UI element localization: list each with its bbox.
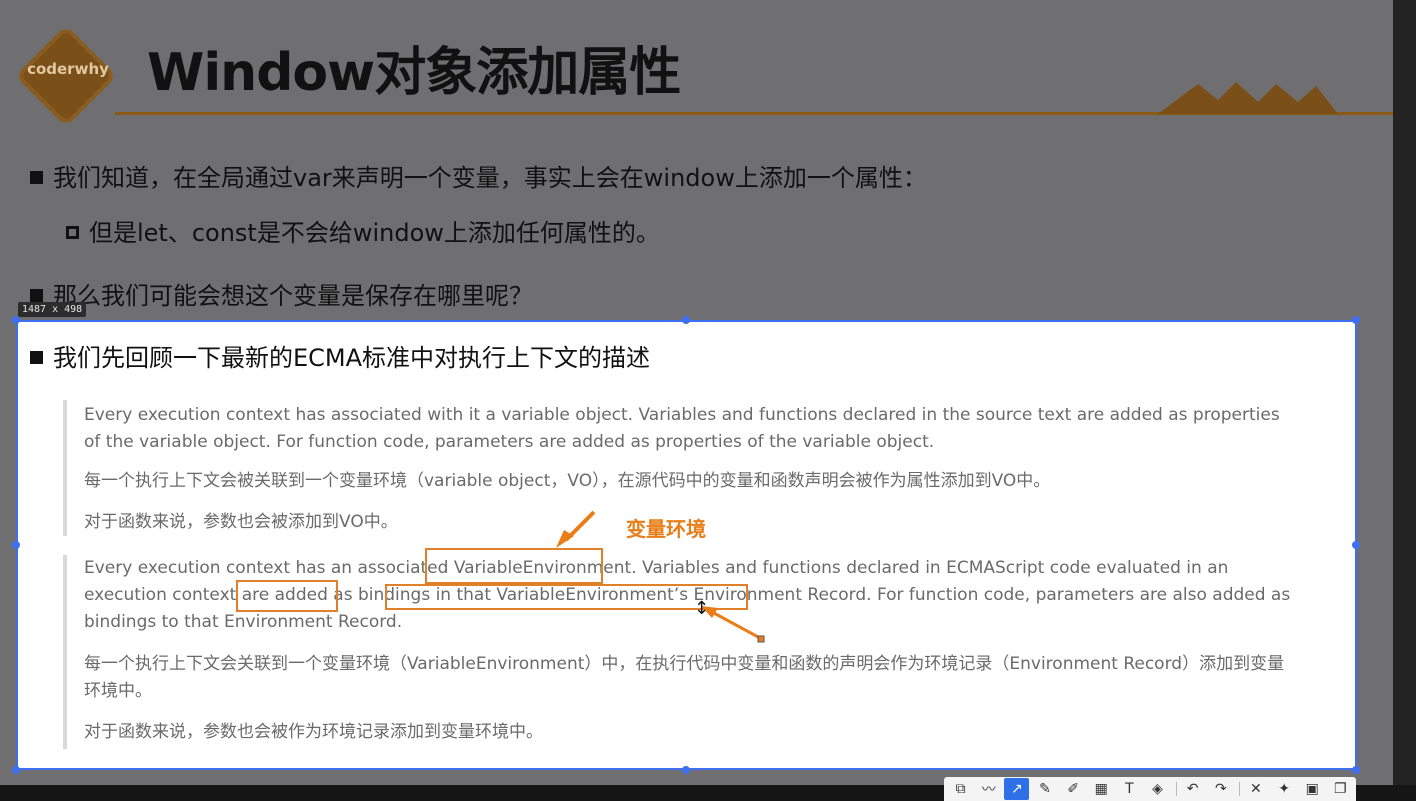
bullet-square-icon	[30, 171, 43, 184]
sub-bullet-let-const: 但是let、const是不会给window上添加任何属性的。	[66, 213, 660, 248]
quote-chinese-note: 对于函数来说，参数也会被作为环境记录添加到变量环境中。	[84, 722, 543, 742]
pin-icon[interactable]: ✦	[1271, 778, 1296, 800]
logo-text: coderwhy	[27, 60, 109, 78]
undo-icon[interactable]: ↶	[1180, 778, 1205, 800]
quote-chinese-text: 每一个执行上下文会被关联到一个变量环境（variable object，VO），…	[84, 471, 1051, 491]
save-icon[interactable]: ▣	[1300, 778, 1325, 800]
marker-icon[interactable]: ✐	[1061, 778, 1086, 800]
toolbar-separator	[1239, 782, 1241, 796]
bullet-ecma-description: 我们先回顾一下最新的ECMA标准中对执行上下文的描述	[30, 338, 650, 373]
mountain-decoration-icon	[1158, 82, 1338, 114]
capture-selection[interactable]: 我们先回顾一下最新的ECMA标准中对执行上下文的描述 Every executi…	[16, 320, 1357, 770]
eraser-icon[interactable]: ◈	[1145, 778, 1170, 800]
slide-title: Window对象添加属性	[147, 43, 681, 103]
highlight-environment-record[interactable]	[385, 584, 748, 610]
selection-size-label: 1487 x 498	[18, 302, 87, 317]
resize-handle[interactable]	[682, 766, 690, 774]
close-icon[interactable]: ✕	[1243, 778, 1268, 800]
pen-icon[interactable]: ✎	[1032, 778, 1057, 800]
text-icon[interactable]: T	[1117, 778, 1142, 800]
toolbar-separator	[1176, 782, 1178, 796]
arrow-icon[interactable]: ↗	[1004, 778, 1030, 800]
annotation-label[interactable]: 变量环境	[626, 513, 706, 542]
resize-handle[interactable]	[12, 766, 20, 774]
bullet-hollow-square-icon	[66, 226, 79, 239]
highlight-bindings[interactable]	[236, 580, 338, 612]
quote-english-text: Every execution context has associated w…	[84, 405, 1280, 452]
resize-handle[interactable]	[1352, 766, 1360, 774]
copy-icon[interactable]: ❐	[1328, 778, 1353, 800]
highlight-variable-environment[interactable]	[425, 548, 603, 584]
resize-handle[interactable]	[12, 316, 20, 324]
mosaic-icon[interactable]: ▦	[1089, 778, 1114, 800]
bullet-square-icon	[30, 289, 43, 302]
resize-handle[interactable]	[12, 541, 20, 549]
bullet-text: 但是let、const是不会给window上添加任何属性的。	[89, 219, 660, 247]
resize-handle[interactable]	[1352, 541, 1360, 549]
bullet-where-stored: 那么我们可能会想这个变量是保存在哪里呢？	[30, 276, 533, 311]
redo-icon[interactable]: ↷	[1208, 778, 1233, 800]
curve-icon[interactable]: 〰	[976, 778, 1001, 800]
bullet-text: 那么我们可能会想这个变量是保存在哪里呢？	[53, 282, 533, 310]
rect-select-icon[interactable]: ⧉	[948, 778, 973, 800]
window-edge	[1393, 0, 1416, 801]
bullet-text: 我们先回顾一下最新的ECMA标准中对执行上下文的描述	[53, 344, 651, 372]
resize-handle[interactable]	[1352, 316, 1360, 324]
bullet-square-icon	[30, 351, 43, 364]
bullet-var-window: 我们知道，在全局通过var来声明一个变量，事实上会在window上添加一个属性：	[30, 158, 927, 193]
annotation-toolbar: ⧉ 〰 ↗ ✎ ✐ ▦ T ◈ ↶ ↷ ✕ ✦ ▣ ❐	[944, 777, 1356, 801]
bullet-text: 我们知道，在全局通过var来声明一个变量，事实上会在window上添加一个属性：	[53, 164, 927, 192]
quote-chinese-text: 每一个执行上下文会关联到一个变量环境（VariableEnvironment）中…	[84, 654, 1285, 701]
resize-handle[interactable]	[682, 316, 690, 324]
